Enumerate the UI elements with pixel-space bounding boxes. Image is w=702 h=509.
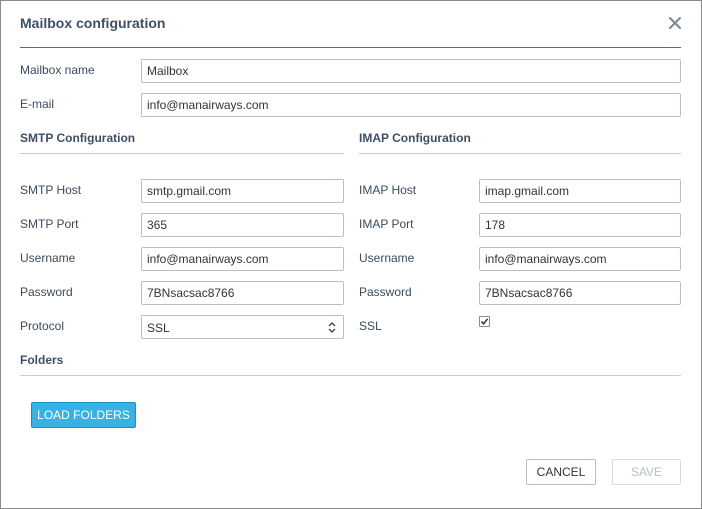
imap-password-label: Password <box>359 285 412 299</box>
cancel-button[interactable]: CANCEL <box>526 459 596 485</box>
close-button[interactable] <box>665 13 685 33</box>
smtp-username-input[interactable] <box>141 247 344 271</box>
imap-ssl-checkbox[interactable] <box>479 316 490 327</box>
imap-username-label: Username <box>359 251 415 265</box>
mailbox-name-input[interactable] <box>141 59 681 83</box>
smtp-username-label: Username <box>20 251 76 265</box>
smtp-host-label: SMTP Host <box>20 183 82 197</box>
imap-section-divider <box>359 153 681 154</box>
smtp-section-divider <box>20 153 344 154</box>
email-label: E-mail <box>20 97 55 111</box>
smtp-section-heading: SMTP Configuration <box>20 131 136 145</box>
smtp-password-input[interactable] <box>141 281 344 305</box>
smtp-protocol-value: SSL <box>147 321 170 335</box>
smtp-protocol-select[interactable]: SSL <box>141 315 344 339</box>
imap-port-label: IMAP Port <box>359 217 414 231</box>
load-folders-button[interactable]: LOAD FOLDERS <box>31 402 136 428</box>
save-button[interactable]: SAVE <box>612 459 681 485</box>
imap-port-input[interactable] <box>479 213 681 237</box>
imap-ssl-label: SSL <box>359 319 382 333</box>
smtp-port-label: SMTP Port <box>20 217 79 231</box>
email-input[interactable] <box>141 93 681 117</box>
mailbox-name-label: Mailbox name <box>20 63 95 77</box>
mailbox-configuration-dialog: Mailbox configuration Mailbox name E-mai… <box>0 0 702 509</box>
imap-username-input[interactable] <box>479 247 681 271</box>
title-divider <box>20 47 681 48</box>
close-icon <box>669 17 681 29</box>
smtp-port-input[interactable] <box>141 213 344 237</box>
folders-section-divider <box>20 375 681 376</box>
smtp-protocol-label: Protocol <box>20 319 65 333</box>
imap-host-label: IMAP Host <box>359 183 417 197</box>
folders-section-heading: Folders <box>20 353 64 367</box>
checkmark-icon <box>480 318 489 325</box>
chevron-up-down-icon <box>328 322 336 333</box>
smtp-password-label: Password <box>20 285 73 299</box>
imap-host-input[interactable] <box>479 179 681 203</box>
dialog-title: Mailbox configuration <box>20 15 166 31</box>
smtp-host-input[interactable] <box>141 179 344 203</box>
imap-section-heading: IMAP Configuration <box>359 131 471 145</box>
imap-password-input[interactable] <box>479 281 681 305</box>
